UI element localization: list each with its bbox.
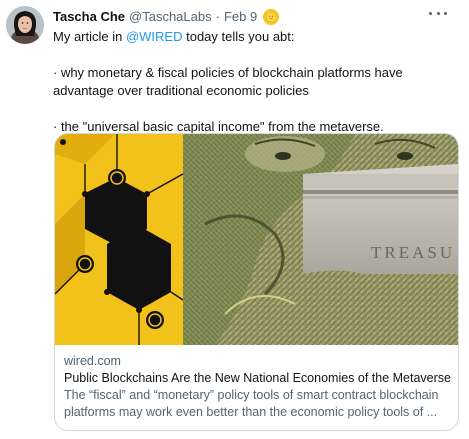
tweet-text: My article in @WIRED today tells you abt… bbox=[53, 28, 463, 136]
author-name[interactable]: Tascha Che bbox=[53, 8, 125, 26]
card-image[interactable]: TREASU bbox=[55, 134, 458, 345]
more-horizontal-icon[interactable] bbox=[429, 6, 447, 20]
author-handle[interactable]: @TaschaLabs bbox=[129, 8, 212, 26]
tweet-text-prefix: My article in bbox=[53, 29, 126, 44]
card-meta[interactable]: wired.com Public Blockchains Are the New… bbox=[64, 353, 452, 421]
tweet-bullet-1: · why monetary & fiscal policies of bloc… bbox=[53, 65, 403, 98]
treasury-engraving: TREASU bbox=[371, 243, 455, 262]
card-title: Public Blockchains Are the New National … bbox=[64, 371, 451, 385]
tweet-line-1: My article in @WIRED today tells you abt… bbox=[53, 28, 463, 46]
tweet-header: Tascha Che @TaschaLabs · Feb 9 bbox=[53, 8, 280, 26]
card-description: The “fiscal” and “monetary” policy tools… bbox=[64, 388, 439, 419]
separator-dot: · bbox=[215, 9, 220, 24]
avatar-image bbox=[6, 6, 44, 44]
sun-emoji-icon bbox=[263, 9, 280, 25]
avatar[interactable] bbox=[6, 6, 44, 44]
link-card[interactable]: TREASU wired.com Public Blockchains Are … bbox=[54, 133, 459, 431]
mention-link[interactable]: @WIRED bbox=[126, 29, 183, 44]
tweet-text-suffix: today tells you abt: bbox=[182, 29, 295, 44]
tweet-date[interactable]: Feb 9 bbox=[224, 8, 257, 26]
tweet[interactable]: Tascha Che @TaschaLabs · Feb 9 My articl… bbox=[0, 0, 469, 439]
card-domain: wired.com bbox=[64, 354, 121, 368]
